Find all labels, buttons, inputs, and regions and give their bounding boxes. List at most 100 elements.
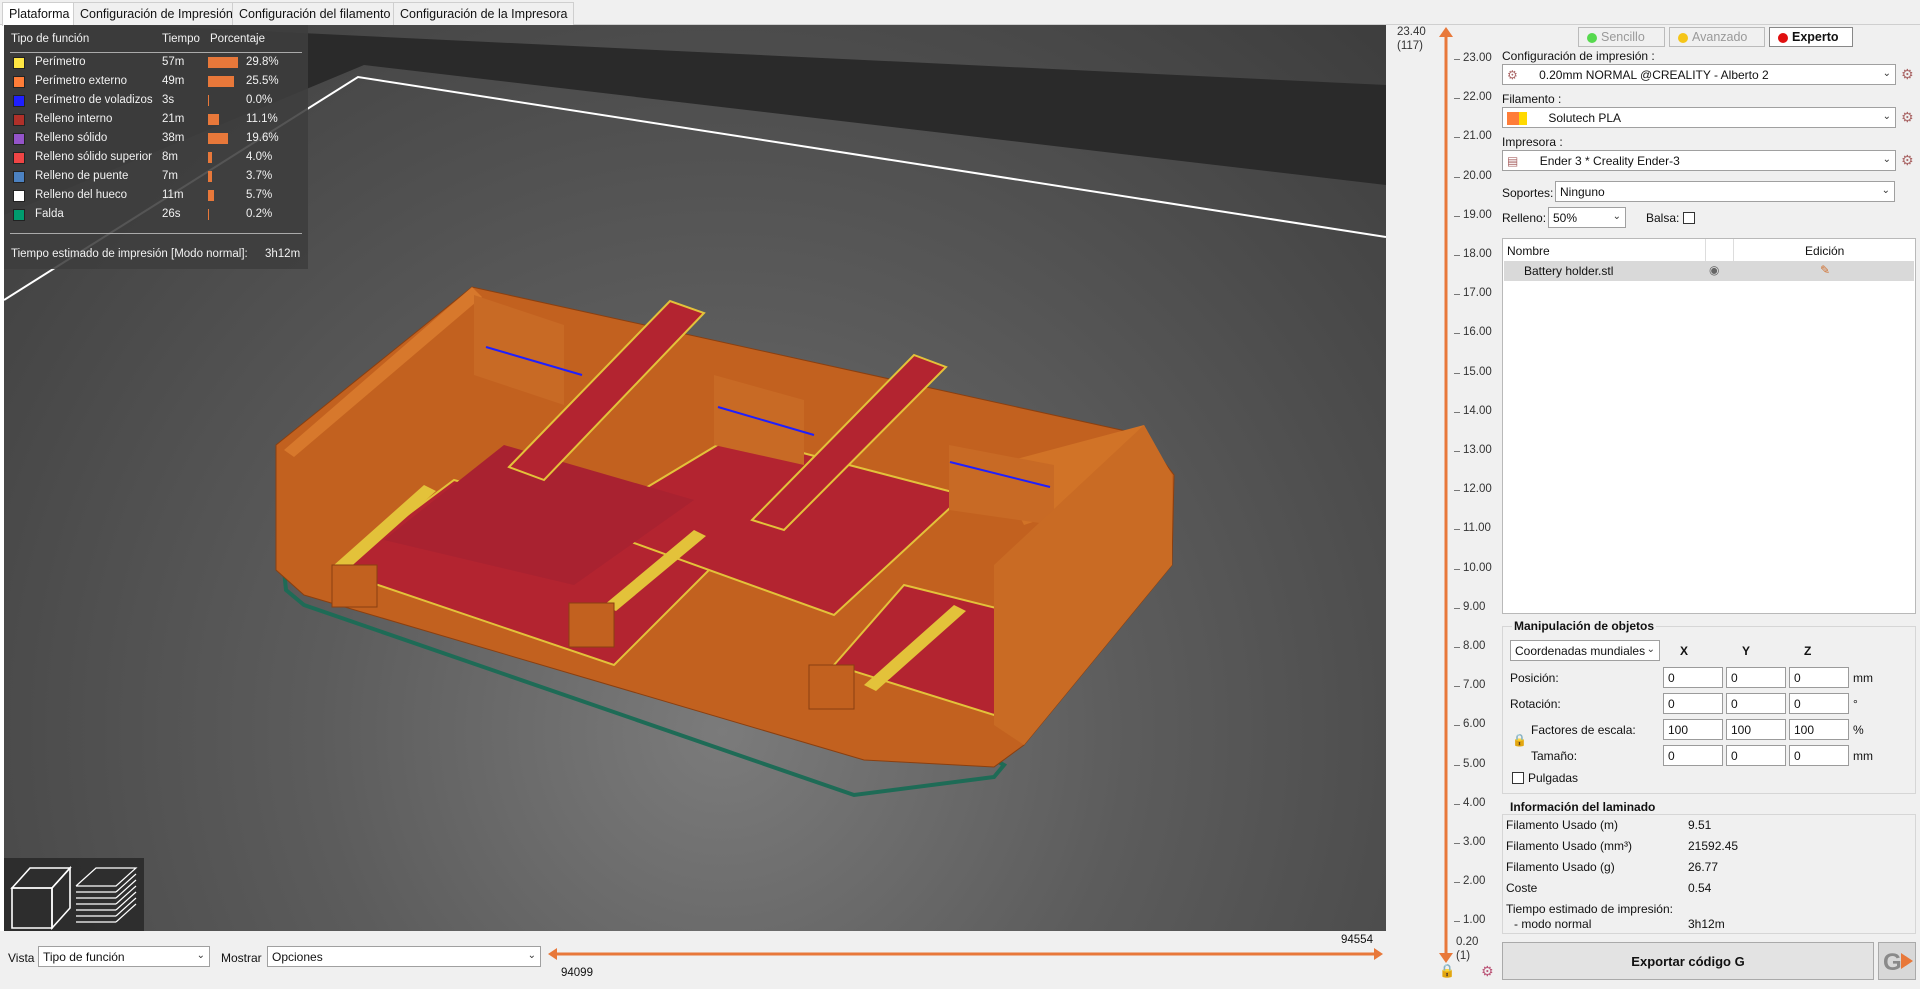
position-y-input[interactable]: 0 [1726, 667, 1786, 688]
layer-tick-mark [1454, 764, 1460, 766]
filament-label: Filamento : [1502, 92, 1562, 106]
legend-bar [208, 114, 219, 125]
legend-header-feature: Tipo de función [11, 33, 90, 45]
layer-tick-mark [1454, 372, 1460, 374]
eye-icon[interactable]: ◉ [1709, 263, 1719, 277]
rotation-label: Rotación: [1510, 697, 1561, 711]
tab-bar: Plataforma Configuración de Impresión Co… [0, 0, 1920, 26]
chevron-down-icon: ⌄ [1881, 185, 1890, 196]
layer-tick-label: 14.00 [1463, 404, 1492, 417]
size-unit: mm [1853, 749, 1873, 763]
export-gcode-button[interactable]: Exportar código G [1502, 942, 1874, 980]
axis-x-label: X [1680, 644, 1689, 658]
gear-icon[interactable]: ⚙ [1901, 66, 1914, 83]
layer-tick-mark [1454, 882, 1460, 884]
lock-icon[interactable]: 🔒 [1512, 733, 1527, 747]
legend-row: Relleno de puente 7m 3.7% [4, 167, 308, 186]
supports-select[interactable]: Ninguno ⌄ [1555, 181, 1895, 202]
layer-tick-label: 6.00 [1463, 718, 1486, 731]
gear-icon[interactable]: ⚙ [1901, 152, 1914, 169]
legend-pct: 11.1% [246, 113, 278, 125]
range-high-label: 94554 [1341, 934, 1373, 946]
estimated-time-value: 3h12m [265, 248, 301, 260]
tab-print-config[interactable]: Configuración de Impresión [73, 2, 240, 25]
tab-filament-config[interactable]: Configuración del filamento [232, 2, 398, 25]
legend-bar [208, 57, 238, 68]
slice-info-label: Filamento Usado (m) [1506, 818, 1619, 832]
layer-tick-mark [1454, 59, 1460, 60]
inches-checkbox[interactable] [1512, 772, 1524, 784]
size-x-input[interactable]: 0 [1663, 745, 1723, 766]
raft-checkbox[interactable] [1683, 212, 1695, 224]
layers-view-icon[interactable] [75, 867, 138, 923]
view-label: Vista [8, 951, 35, 965]
layer-tick-label: 4.00 [1463, 796, 1486, 809]
send-gcode-button[interactable]: G [1878, 942, 1916, 980]
position-z-input[interactable]: 0 [1789, 667, 1849, 688]
layer-tick-label: 21.00 [1463, 130, 1492, 143]
legend-row: Relleno sólido superior 8m 4.0% [4, 148, 308, 167]
layer-tick-mark [1454, 568, 1460, 570]
printer-select[interactable]: ▤ Ender 3 * Creality Ender-3 ⌄ [1502, 150, 1896, 171]
object-list-row[interactable]: Battery holder.stl ◉ ✎ [1504, 261, 1914, 281]
mode-expert-button[interactable]: Experto [1769, 27, 1853, 47]
tab-plataforma[interactable]: Plataforma [2, 2, 77, 26]
mode-advanced-button[interactable]: Avanzado [1669, 27, 1765, 47]
layer-tick-mark [1454, 98, 1460, 100]
slice-info-label: Filamento Usado (mm³) [1506, 839, 1633, 853]
arrow-down-icon [1439, 953, 1453, 963]
rotation-x-input[interactable]: 0 [1663, 693, 1723, 714]
infill-value: 50% [1553, 211, 1578, 225]
mode-simple-button[interactable]: Sencillo [1578, 27, 1665, 47]
position-x-input[interactable]: 0 [1663, 667, 1723, 688]
layer-tick-mark [1454, 411, 1460, 413]
layer-tick-mark [1454, 647, 1460, 648]
legend-bar [208, 152, 212, 163]
layer-tick-mark [1454, 451, 1460, 452]
scale-unit: % [1853, 723, 1864, 737]
show-options-value: Opciones [272, 950, 323, 964]
show-options-select[interactable]: Opciones ⌄ [267, 946, 541, 967]
slider-top-height: 23.40 [1397, 26, 1426, 38]
rotation-z-input[interactable]: 0 [1789, 693, 1849, 714]
scale-z-input[interactable]: 100 [1789, 719, 1849, 740]
layer-tick-label: 23.00 [1463, 52, 1492, 64]
horizontal-move-slider[interactable] [548, 947, 1383, 961]
filament-value: Solutech PLA [1548, 111, 1622, 125]
supports-label: Soportes: [1502, 186, 1554, 200]
legend-swatch [13, 152, 25, 164]
gear-icon[interactable]: ⚙ [1481, 963, 1494, 980]
legend-pct: 5.7% [246, 189, 273, 201]
layer-tick-label: 16.00 [1463, 326, 1492, 339]
lock-icon[interactable]: 🔒 [1439, 963, 1455, 979]
edit-icon[interactable]: ✎ [1820, 263, 1830, 277]
rotation-y-input[interactable]: 0 [1726, 693, 1786, 714]
print-config-select[interactable]: ⚙ 0.20mm NORMAL @CREALITY - Alberto 2 ⌄ [1502, 64, 1896, 85]
object-list-header-name: Nombre [1507, 244, 1550, 258]
slice-info-label: Coste [1506, 881, 1538, 895]
3d-view-icon[interactable] [10, 865, 72, 931]
chevron-down-icon: ⌄ [1646, 644, 1655, 655]
column-divider [1733, 239, 1734, 261]
layer-tick-label: 13.00 [1463, 444, 1492, 456]
scale-y-input[interactable]: 100 [1726, 719, 1786, 740]
size-z-input[interactable]: 0 [1789, 745, 1849, 766]
infill-select[interactable]: 50% ⌄ [1548, 207, 1626, 228]
chevron-down-icon: ⌄ [196, 950, 205, 961]
gear-icon[interactable]: ⚙ [1901, 109, 1914, 126]
legend-time: 26s [162, 208, 181, 220]
layer-slider-track[interactable] [1436, 25, 1456, 975]
arrow-left-icon [548, 948, 557, 960]
legend-name: Perímetro externo [35, 75, 128, 87]
supports-value: Ninguno [1560, 185, 1605, 199]
size-y-input[interactable]: 0 [1726, 745, 1786, 766]
layer-slider[interactable]: 23.40 (117) 23.00 22.00 21.00 20.00 19.00 18.… [1386, 25, 1500, 989]
scale-x-input[interactable]: 100 [1663, 719, 1723, 740]
print-config-label: Configuración de impresión : [1502, 49, 1655, 63]
coordinate-system-select[interactable]: Coordenadas mundiales ⌄ [1510, 640, 1660, 661]
layer-tick-label: 15.00 [1463, 365, 1492, 378]
view-type-select[interactable]: Tipo de función ⌄ [38, 946, 210, 967]
filament-select[interactable]: Solutech PLA ⌄ [1502, 107, 1896, 128]
legend-time: 38m [162, 132, 185, 144]
tab-printer-config[interactable]: Configuración de la Impresora [393, 2, 575, 25]
